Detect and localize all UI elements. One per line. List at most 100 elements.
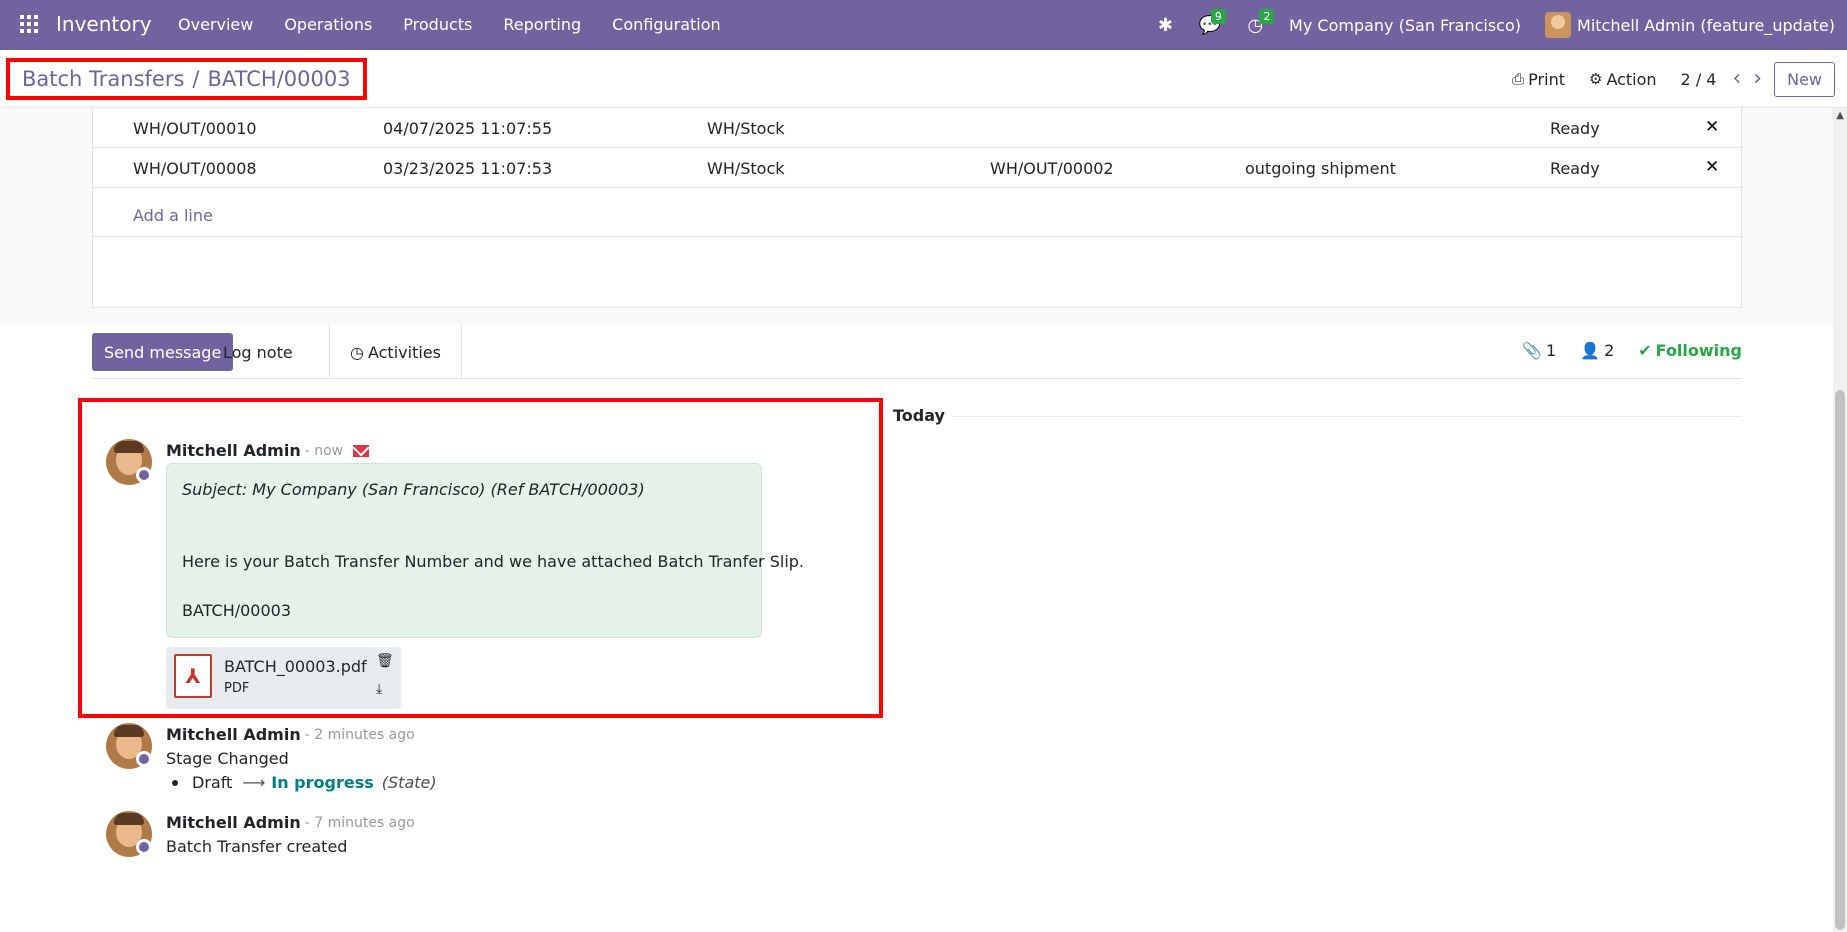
message-author[interactable]: Mitchell Admin [166, 725, 301, 744]
activities-badge: 2 [1259, 8, 1275, 24]
messages-icon[interactable]: 💬 9 [1199, 8, 1226, 36]
remove-line-icon[interactable]: ✕ [1705, 157, 1719, 177]
check-icon: ✔ [1638, 341, 1652, 360]
top-navbar: Inventory Overview Operations Products R… [0, 0, 1847, 50]
user-avatar[interactable] [1545, 12, 1572, 38]
table-row[interactable]: WH/OUT/00008 03/23/2025 11:07:53 WH/Stoc… [93, 148, 1743, 188]
breadcrumb-current: BATCH/00003 [207, 67, 351, 91]
attachments-count: 1 [1545, 341, 1557, 360]
chatter-message: Mitchell Admin - now Subject: My Company… [106, 439, 806, 714]
table-row[interactable]: WH/OUT/00010 04/07/2025 11:07:55 WH/Stoc… [93, 108, 1743, 148]
apps-menu-icon[interactable] [20, 15, 40, 35]
message-subject: Subject: My Company (San Francisco) (Ref… [182, 480, 645, 499]
followers-button[interactable]: 👤 2 [1580, 341, 1614, 360]
bug-icon[interactable]: ✱ [1158, 15, 1173, 36]
chatter-counters: 📎 1 👤 2 ✔ Following [1498, 341, 1742, 360]
breadcrumb: Batch Transfers / BATCH/00003 [6, 58, 367, 100]
log-note-button[interactable]: Log note [223, 343, 293, 362]
new-button[interactable]: New [1774, 61, 1835, 97]
date-separator: Today [893, 406, 945, 425]
company-switcher[interactable]: My Company (San Francisco) [1289, 16, 1521, 35]
add-line-link[interactable]: Add a line [133, 206, 213, 225]
followers-count: 2 [1604, 341, 1615, 360]
transfers-list: WH/OUT/00010 04/07/2025 11:07:55 WH/Stoc… [92, 108, 1743, 308]
remove-line-icon[interactable]: ✕ [1705, 117, 1719, 137]
author-avatar[interactable] [106, 811, 152, 857]
print-label: Print [1528, 69, 1565, 89]
arrow-right-icon: ⟶ [242, 773, 266, 792]
activities-button[interactable]: ◷ Activities [329, 325, 462, 379]
tracking-value: Draft ⟶ In progress (State) [172, 773, 437, 792]
download-icon[interactable]: ⤓ [376, 681, 382, 697]
transfer-backorder: WH/OUT/00002 [990, 159, 1114, 178]
messages-badge: 9 [1210, 8, 1226, 24]
main-menu: Overview Operations Products Reporting C… [178, 15, 752, 34]
trash-icon[interactable]: 🗑 [376, 653, 394, 669]
action-button[interactable]: ⚙ Action [1589, 70, 1657, 89]
action-label: Action [1606, 69, 1657, 89]
navbar-systray: ✱ 💬 9 ◷ 2 My Company (San Francisco) Mitch… [1158, 0, 1847, 50]
attachment-name: BATCH_00003.pdf [224, 657, 367, 676]
following-label: Following [1655, 341, 1742, 360]
message-header: Mitchell Admin - 2 minutes ago [166, 725, 415, 744]
transfer-status: Ready [1550, 119, 1600, 138]
attachment-type: PDF [224, 681, 250, 696]
message-header: Mitchell Admin - now [166, 441, 370, 460]
scroll-up-icon[interactable]: ▲ [1836, 110, 1844, 121]
message-header: Mitchell Admin - 7 minutes ago [166, 813, 415, 832]
message-reference: BATCH/00003 [182, 601, 292, 620]
chatter-message: Mitchell Admin - 7 minutes ago Batch Tra… [106, 811, 806, 861]
control-panel: Batch Transfers / BATCH/00003 ⎙ Print ⚙ Ac… [0, 50, 1847, 108]
message-time: - 2 minutes ago [304, 726, 415, 743]
message-time: - 7 minutes ago [304, 814, 415, 831]
transfer-source: WH/Stock [707, 119, 785, 138]
tracking-new-value: In progress [271, 773, 374, 792]
paperclip-icon: 📎 [1522, 341, 1542, 360]
user-icon: 👤 [1580, 341, 1601, 360]
transfer-source: WH/Stock [707, 159, 785, 178]
online-status-icon [136, 751, 152, 767]
attachments-button[interactable]: 📎 1 [1522, 341, 1556, 360]
menu-configuration[interactable]: Configuration [612, 15, 721, 34]
online-status-icon [136, 839, 152, 855]
chatter-toolbar: Send message Log note ◷ Activities 📎 1 👤 2 … [92, 325, 1742, 379]
table-divider [93, 236, 1743, 237]
scrollbar-thumb[interactable] [1835, 390, 1845, 930]
gear-icon: ⚙ [1588, 70, 1603, 88]
breadcrumb-parent[interactable]: Batch Transfers [22, 67, 184, 91]
print-button[interactable]: ⎙ Print [1512, 70, 1565, 89]
tracking-field: (State) [381, 773, 437, 792]
author-avatar[interactable] [106, 439, 152, 485]
pdf-file-icon: ⅄ [174, 654, 212, 698]
menu-overview[interactable]: Overview [178, 15, 253, 34]
chatter-message: Mitchell Admin - 2 minutes ago Stage Cha… [106, 723, 806, 793]
attachment-card[interactable]: ⅄ BATCH_00003.pdf PDF 🗑 ⤓ [166, 647, 401, 709]
send-message-button[interactable]: Send message [92, 333, 234, 371]
message-text: Batch Transfer created [166, 837, 348, 856]
transfer-operation: outgoing shipment [1245, 159, 1396, 178]
message-time: - now [304, 442, 344, 459]
message-body: Subject: My Company (San Francisco) (Ref… [166, 463, 804, 638]
bullet-icon [172, 779, 178, 786]
author-avatar[interactable] [106, 723, 152, 769]
transfer-date: 04/07/2025 11:07:55 [383, 119, 553, 138]
message-author[interactable]: Mitchell Admin [166, 441, 301, 460]
tracking-old-value: Draft [192, 773, 233, 792]
pager-value[interactable]: 2 / 4 [1681, 70, 1717, 89]
pager-previous-icon[interactable]: ‹ [1732, 68, 1741, 90]
message-text: Here is your Batch Transfer Number and w… [182, 552, 804, 571]
transfer-status: Ready [1550, 159, 1600, 178]
app-brand[interactable]: Inventory [56, 12, 152, 36]
activities-clock-icon[interactable]: ◷ 2 [1247, 8, 1275, 36]
menu-operations[interactable]: Operations [284, 15, 372, 34]
menu-reporting[interactable]: Reporting [503, 15, 581, 34]
transfer-ref: WH/OUT/00010 [133, 119, 257, 138]
envelope-icon[interactable] [353, 444, 370, 457]
menu-products[interactable]: Products [403, 15, 472, 34]
message-author[interactable]: Mitchell Admin [166, 813, 301, 832]
pager-next-icon[interactable]: › [1753, 68, 1762, 90]
activities-label: Activities [367, 342, 441, 362]
user-menu[interactable]: Mitchell Admin (feature_update) [1577, 16, 1835, 35]
transfer-ref: WH/OUT/00008 [133, 159, 257, 178]
following-button[interactable]: ✔ Following [1638, 341, 1742, 360]
